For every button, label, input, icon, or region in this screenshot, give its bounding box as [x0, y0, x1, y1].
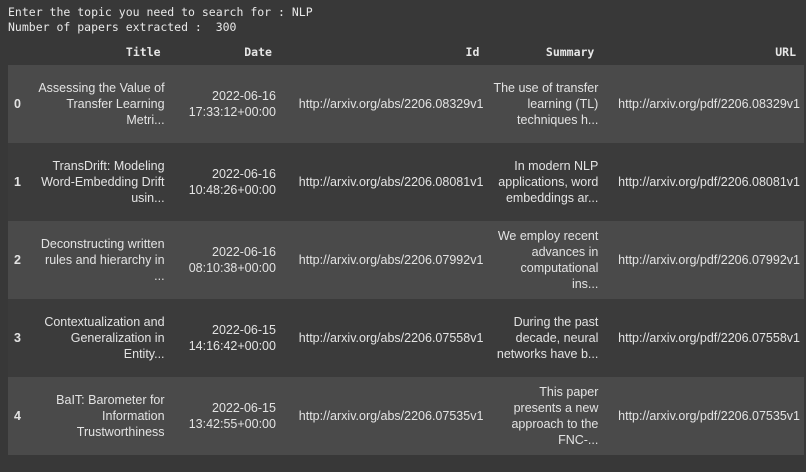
cell-title: BaIT: Barometer for Information Trustwor… [56, 393, 165, 439]
cell-id: http://arxiv.org/abs/2206.08329v1 [298, 97, 484, 111]
table-row: 4 BaIT: Barometer for Information Trustw… [8, 377, 804, 455]
cell-url: http://arxiv.org/pdf/2206.08081v1 [618, 175, 800, 189]
cell-title: TransDrift: Modeling Word-Embedding Drif… [41, 159, 165, 205]
console-output: Enter the topic you need to search for :… [0, 0, 806, 35]
table-row: 2 Deconstructing written rules and hiera… [8, 221, 804, 299]
row-index: 0 [14, 97, 21, 111]
row-index: 3 [14, 331, 21, 345]
cell-summary: During the past decade, neural networks … [496, 315, 599, 361]
cell-date: 2022-06-16 10:48:26+00:00 [188, 167, 276, 197]
cell-url: http://arxiv.org/pdf/2206.07535v1 [618, 409, 800, 423]
dataframe-table: Title Date Id Summary URL 0 Assessing th… [8, 38, 804, 455]
topic-prompt-line: Enter the topic you need to search for :… [8, 5, 313, 19]
paper-count-line: Number of papers extracted : 300 [8, 20, 237, 34]
cell-url: http://arxiv.org/pdf/2206.07992v1 [618, 253, 800, 267]
header-url: URL [775, 44, 796, 59]
cell-id: http://arxiv.org/abs/2206.07992v1 [298, 253, 484, 267]
cell-summary: We employ recent advances in computation… [497, 229, 599, 291]
cell-summary: This paper presents a new approach to th… [511, 385, 599, 447]
cell-id: http://arxiv.org/abs/2206.07558v1 [298, 331, 484, 345]
cell-id: http://arxiv.org/abs/2206.07535v1 [298, 409, 484, 423]
row-index: 2 [14, 253, 21, 267]
cell-url: http://arxiv.org/pdf/2206.08329v1 [618, 97, 800, 111]
cell-url: http://arxiv.org/pdf/2206.07558v1 [618, 331, 800, 345]
cell-output: Enter the topic you need to search for :… [0, 0, 806, 472]
header-title: Title [125, 44, 161, 59]
row-index: 1 [14, 175, 21, 189]
cell-title: Contextualization and Generalization in … [44, 315, 165, 361]
cell-title: Deconstructing written rules and hierarc… [40, 237, 165, 283]
header-summary: Summary [545, 44, 595, 59]
cell-date: 2022-06-15 13:42:55+00:00 [188, 401, 276, 431]
cell-date: 2022-06-16 17:33:12+00:00 [188, 89, 276, 119]
cell-title: Assessing the Value of Transfer Learning… [38, 81, 165, 127]
table-row: 3 Contextualization and Generalization i… [8, 299, 804, 377]
cell-date: 2022-06-15 14:16:42+00:00 [188, 323, 276, 353]
table-row: 1 TransDrift: Modeling Word-Embedding Dr… [8, 143, 804, 221]
header-date: Date [244, 44, 272, 59]
cell-id: http://arxiv.org/abs/2206.08081v1 [298, 175, 484, 189]
cell-summary: The use of transfer learning (TL) techni… [493, 81, 599, 127]
table-header-row: Title Date Id Summary URL [8, 38, 804, 65]
cell-date: 2022-06-16 08:10:38+00:00 [188, 245, 276, 275]
header-id: Id [465, 44, 480, 59]
table-row: 0 Assessing the Value of Transfer Learni… [8, 65, 804, 143]
header-index [8, 38, 34, 65]
row-index: 4 [14, 409, 21, 423]
cell-summary: In modern NLP applications, word embeddi… [498, 159, 599, 205]
